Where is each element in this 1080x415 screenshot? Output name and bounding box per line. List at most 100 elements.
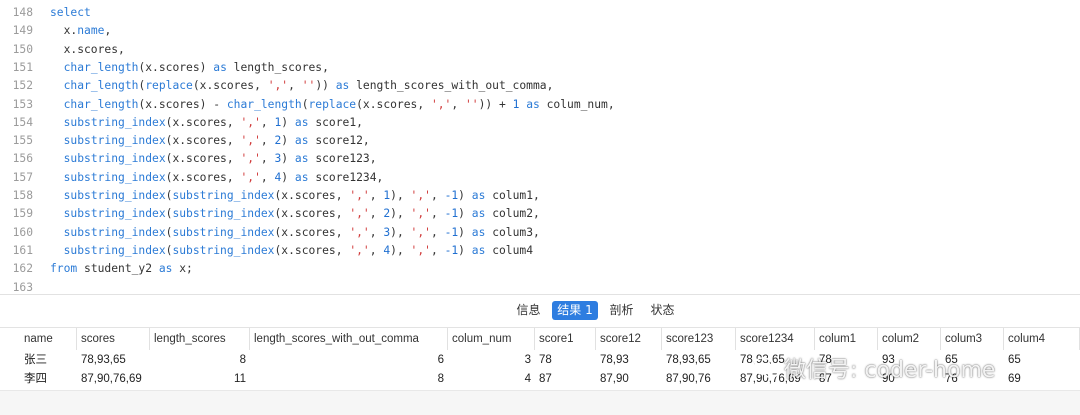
tab-status[interactable]: 状态 <box>645 301 680 320</box>
column-header-length-scores-with-out-comma[interactable]: length_scores_with_out_comma <box>250 328 448 350</box>
tab-result-1[interactable]: 结果 1 <box>552 301 598 320</box>
code-token: ',' <box>430 97 452 111</box>
code-token: as <box>294 134 309 148</box>
code-token: substring_index <box>63 115 166 129</box>
code-line[interactable]: 149 x.name, <box>0 22 1080 40</box>
code-token: ) <box>281 134 295 148</box>
table-cell[interactable]: 87,90,76 <box>662 370 736 389</box>
column-header-length-scores[interactable]: length_scores <box>150 328 250 350</box>
column-header-colum-num[interactable]: colum_num <box>448 328 535 350</box>
table-cell[interactable]: 6 <box>250 351 448 370</box>
code-line[interactable]: 157 substring_index(x.scores, ',', 4) as… <box>0 169 1080 187</box>
column-header-colum3[interactable]: colum3 <box>941 328 1004 350</box>
table-cell[interactable]: 78 <box>535 351 596 370</box>
code-line[interactable]: 148 select <box>0 4 1080 22</box>
code-line[interactable]: 152 char_length(replace(x.scores, ',', '… <box>0 77 1080 95</box>
code-line[interactable]: 153 char_length(x.scores) - char_length(… <box>0 96 1080 114</box>
table-cell[interactable]: 李四 <box>20 370 77 389</box>
code-token: ) <box>458 207 472 221</box>
code-token: (x.scores, <box>165 134 241 148</box>
code-token: substring_index <box>63 225 166 239</box>
code-token: from <box>50 262 78 276</box>
table-cell[interactable]: 87 <box>535 370 596 389</box>
sql-editor[interactable]: 148 select 149 x.name, 150 x.scores, 151 cha… <box>0 0 1080 295</box>
column-header-name[interactable]: name <box>20 328 77 350</box>
code-line[interactable]: 150 x.scores, <box>0 41 1080 59</box>
column-header-score1234[interactable]: score1234 <box>736 328 815 350</box>
table-cell[interactable]: 87,90,76,69 <box>736 370 815 389</box>
code-token: -1 <box>444 243 459 257</box>
code-line[interactable]: 155 substring_index(x.scores, ',', 2) as… <box>0 132 1080 150</box>
column-header-colum4[interactable]: colum4 <box>1004 328 1080 350</box>
code-token: '' <box>301 79 316 93</box>
table-cell[interactable]: 张三 <box>20 351 77 370</box>
table-row[interactable]: 李四 87,90,76,69 11 8 4 87 87,90 87,90,76 87,90,76… <box>0 370 1080 389</box>
code-token: (x.scores, <box>274 189 350 202</box>
column-header-scores[interactable]: scores <box>77 328 150 350</box>
code-token: (x.scores, <box>274 207 350 221</box>
table-cell[interactable]: 87,90 <box>596 370 662 389</box>
table-cell[interactable]: 3 <box>448 351 535 370</box>
code-token: ',' <box>410 243 431 257</box>
table-cell[interactable]: 90 <box>878 370 941 389</box>
code-line[interactable]: 160 substring_index(substring_index(x.sc… <box>0 224 1080 242</box>
table-cell[interactable]: 78,93,65 <box>77 351 150 370</box>
code-token: ',' <box>349 189 370 202</box>
line-number: 152 <box>12 79 33 93</box>
code-token: , <box>430 207 445 221</box>
table-cell[interactable]: 65 <box>941 351 1004 370</box>
table-cell[interactable]: 76 <box>941 370 1004 389</box>
code-line[interactable]: 156 substring_index(x.scores, ',', 3) as… <box>0 150 1080 168</box>
code-token: substring_index <box>63 134 166 148</box>
table-cell[interactable]: 65 <box>1004 351 1080 370</box>
line-number: 161 <box>12 243 33 257</box>
table-cell[interactable]: 87 <box>815 370 878 389</box>
table-cell[interactable]: 8 <box>150 351 250 370</box>
table-cell[interactable]: 78,93,65 <box>736 351 815 370</box>
code-token: (x.scores, <box>356 97 431 111</box>
code-line[interactable]: 162 from student_y2 as x; <box>0 260 1080 278</box>
table-cell[interactable]: 93 <box>878 351 941 370</box>
code-line[interactable]: 154 substring_index(x.scores, ',', 1) as… <box>0 114 1080 132</box>
column-header-score12[interactable]: score12 <box>596 328 662 350</box>
table-row[interactable]: 张三 78,93,65 8 6 3 78 78,93 78,93,65 78,93,65 78 93… <box>0 351 1080 370</box>
code-line[interactable]: 151 char_length(x.scores) as length_scor… <box>0 59 1080 77</box>
code-text: x.scores, <box>50 41 125 59</box>
code-token: x; <box>172 262 193 276</box>
grid-empty-area <box>0 390 1080 415</box>
column-header-colum1[interactable]: colum1 <box>815 328 878 350</box>
column-header-score1[interactable]: score1 <box>535 328 596 350</box>
table-cell[interactable]: 8 <box>250 370 448 389</box>
column-header-colum2[interactable]: colum2 <box>878 328 941 350</box>
code-token: as <box>294 115 309 129</box>
code-token: -1 <box>444 189 459 202</box>
result-grid: name scores length_scores length_scores_wit… <box>0 327 1080 415</box>
code-line[interactable]: 159 substring_index(substring_index(x.sc… <box>0 205 1080 223</box>
code-line[interactable]: 163 <box>0 279 1080 296</box>
table-cell[interactable]: 69 <box>1004 370 1080 389</box>
code-token: (x.scores, <box>165 115 241 129</box>
tab-profile[interactable]: 剖析 <box>604 301 639 320</box>
code-token: -1 <box>444 207 459 221</box>
table-cell[interactable]: 78,93 <box>596 351 662 370</box>
code-token: (x.scores, <box>274 225 350 239</box>
code-token: as <box>471 225 486 239</box>
tab-info[interactable]: 信息 <box>511 301 546 320</box>
code-token: as <box>158 262 173 276</box>
line-number: 157 <box>12 170 33 184</box>
code-text: substring_index(x.scores, ',', 4) as sco… <box>50 169 384 187</box>
code-token: , <box>104 24 112 38</box>
table-cell[interactable]: 11 <box>150 370 250 389</box>
code-token: (x.scores, <box>165 170 241 184</box>
code-token: , <box>430 189 445 202</box>
table-cell[interactable]: 87,90,76,69 <box>77 370 150 389</box>
table-cell[interactable]: 78 <box>815 351 878 370</box>
column-header-score123[interactable]: score123 <box>662 328 736 350</box>
code-token: as <box>471 189 486 202</box>
code-line[interactable]: 158 substring_index(substring_index(x.sc… <box>0 187 1080 205</box>
table-cell[interactable]: 78,93,65 <box>662 351 736 370</box>
table-cell[interactable]: 4 <box>448 370 535 389</box>
code-line[interactable]: 161 substring_index(substring_index(x.sc… <box>0 242 1080 260</box>
